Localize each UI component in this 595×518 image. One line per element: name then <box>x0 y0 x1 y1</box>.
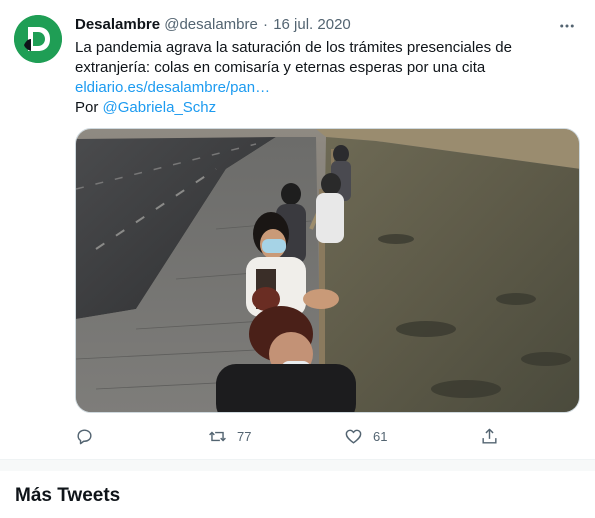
retweet-count: 77 <box>237 428 252 444</box>
retweet-icon <box>209 431 226 441</box>
header-separator: · <box>263 16 269 33</box>
tweet-date[interactable]: 16 jul. 2020 <box>273 16 351 33</box>
heart-icon <box>345 429 362 444</box>
retweet-button[interactable]: 77 <box>208 424 251 448</box>
by-prefix: Por <box>75 99 103 116</box>
more-icon <box>560 24 574 28</box>
tweet-body: La pandemia agrava la saturación de los … <box>75 39 512 76</box>
article-link[interactable]: eldiario.es/desalambre/pan… <box>75 79 270 96</box>
reply-icon <box>77 428 92 444</box>
author-name[interactable]: Desalambre <box>75 16 160 33</box>
like-count: 61 <box>373 428 388 444</box>
reply-button[interactable] <box>75 424 94 448</box>
tweet-actions: 77 61 <box>75 424 580 448</box>
tweet-text: La pandemia agrava la saturación de los … <box>75 38 585 118</box>
like-button[interactable]: 61 <box>344 424 387 448</box>
avatar[interactable] <box>14 15 62 63</box>
more-tweets-heading: Más Tweets <box>15 485 121 506</box>
share-button[interactable] <box>480 424 499 448</box>
queue-photo <box>76 129 579 412</box>
section-separator <box>0 459 595 471</box>
more-options-button[interactable] <box>555 14 579 38</box>
desalambre-logo-icon <box>14 15 62 63</box>
tweet-card[interactable]: Desalambre @desalambre · 16 jul. 2020 La… <box>0 0 595 460</box>
mention-link[interactable]: @Gabriela_Schz <box>103 99 217 116</box>
tweet-header: Desalambre @desalambre · 16 jul. 2020 <box>75 15 351 35</box>
share-icon <box>482 428 497 444</box>
tweet-photo[interactable] <box>75 128 580 413</box>
author-handle[interactable]: @desalambre <box>164 16 258 33</box>
